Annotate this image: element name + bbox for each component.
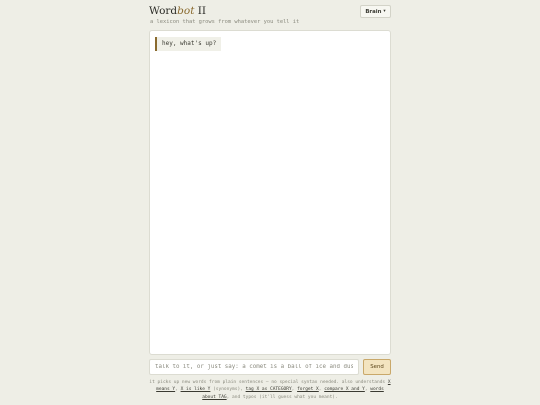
brain-button-label: Brain (365, 8, 382, 15)
composer: Send (149, 359, 391, 375)
help-intro: it picks up new words from plain sentenc… (149, 380, 388, 385)
logo-text-word: Word (149, 5, 178, 17)
message-input[interactable] (149, 359, 359, 375)
help-synonyms-note: (synonyms), (210, 387, 246, 393)
bot-message: hey, what's up? (155, 37, 222, 51)
logo-text-ii: II (194, 5, 207, 17)
send-button[interactable]: Send (363, 359, 391, 375)
help-outro: , and typos (it'll guess what you meant)… (226, 394, 338, 400)
app-subtitle: a lexicon that grows from whatever you t… (150, 19, 300, 25)
chat-window[interactable]: hey, what's up? (149, 30, 391, 355)
help-text: it picks up new words from plain sentenc… (149, 379, 391, 401)
logo-text-bot: bot (177, 5, 195, 17)
brain-menu-button[interactable]: Brain ▾ (360, 5, 391, 18)
help-command-is-like[interactable]: X is like Y (181, 387, 211, 392)
chevron-down-icon: ▾ (383, 9, 386, 14)
app-header: Wordbot II a lexicon that grows from wha… (149, 5, 391, 27)
help-command-tag[interactable]: tag X as CATEGORY (246, 387, 292, 392)
help-command-compare[interactable]: compare X and Y (324, 387, 365, 392)
app-logo: Wordbot II (149, 5, 206, 17)
help-command-forget[interactable]: forget X (297, 387, 319, 392)
